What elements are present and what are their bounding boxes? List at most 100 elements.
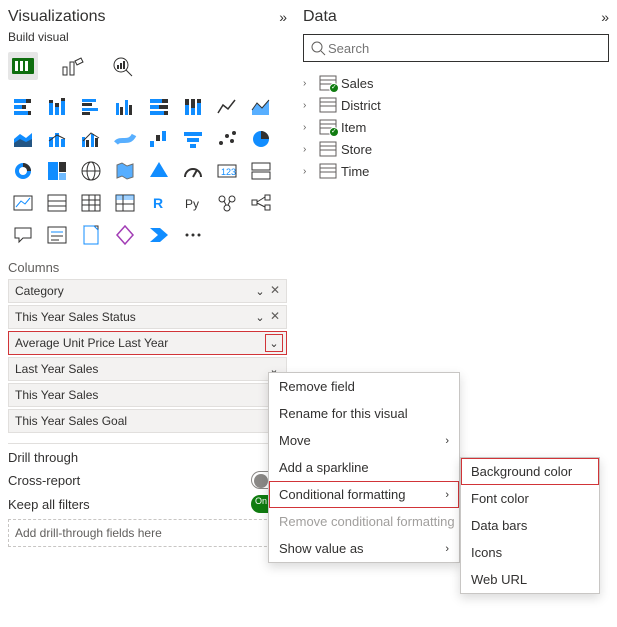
menu-background-color[interactable]: Background color [461, 458, 599, 485]
field-label: This Year Sales Status [15, 310, 136, 324]
table-item[interactable]: › Item [303, 116, 609, 138]
scatter-icon[interactable] [212, 124, 242, 154]
power-automate-icon[interactable] [144, 220, 174, 250]
clustered-bar-icon[interactable] [76, 92, 106, 122]
table-sales[interactable]: › Sales [303, 72, 609, 94]
search-input[interactable] [326, 40, 602, 57]
table-label: Sales [341, 76, 374, 91]
line-stacked-column-icon[interactable] [42, 124, 72, 154]
menu-remove-field[interactable]: Remove field [269, 373, 459, 400]
field-label: This Year Sales Goal [15, 414, 127, 428]
stacked-bar-icon[interactable] [8, 92, 38, 122]
line-chart-icon[interactable] [212, 92, 242, 122]
smart-narrative-icon[interactable] [42, 220, 72, 250]
drill-through-label: Drill through [8, 450, 287, 465]
format-visual-tab[interactable] [58, 52, 88, 80]
table-label: District [341, 98, 381, 113]
field-label: Category [15, 284, 64, 298]
build-visual-tab[interactable] [8, 52, 38, 80]
table-icon [319, 75, 337, 91]
table-icon[interactable] [76, 188, 106, 218]
funnel-icon[interactable] [178, 124, 208, 154]
chevron-down-icon[interactable]: ⌄ [252, 283, 268, 299]
visualizations-title: Visualizations [8, 8, 106, 26]
menu-web-url[interactable]: Web URL [461, 566, 599, 593]
pie-icon[interactable] [246, 124, 276, 154]
menu-add-sparkline[interactable]: Add a sparkline [269, 454, 459, 481]
svg-text:123: 123 [221, 167, 236, 177]
chevron-down-icon[interactable]: ⌄ [266, 335, 282, 351]
search-icon [310, 40, 326, 56]
columns-label: Columns [8, 260, 287, 275]
waterfall-icon[interactable] [144, 124, 174, 154]
azure-map-icon[interactable] [144, 156, 174, 186]
py-visual-icon[interactable]: Py [178, 188, 208, 218]
table-store[interactable]: › Store [303, 138, 609, 160]
remove-field-icon[interactable]: ✕ [268, 283, 282, 299]
field-avg-unit-price-last-year[interactable]: Average Unit Price Last Year ⌄ [8, 331, 287, 355]
menu-rename[interactable]: Rename for this visual [269, 400, 459, 427]
donut-icon[interactable] [8, 156, 38, 186]
field-label: Average Unit Price Last Year [15, 336, 168, 350]
visualizations-panel: Visualizations » Build visual [0, 0, 295, 627]
menu-conditional-formatting[interactable]: Conditional formatting› [269, 481, 459, 508]
chevron-right-icon: › [445, 435, 449, 447]
field-this-year-sales-status[interactable]: This Year Sales Status ⌄✕ [8, 305, 287, 329]
svg-text:Py: Py [185, 197, 199, 211]
r-visual-icon[interactable]: R [144, 188, 174, 218]
cross-report-label: Cross-report [8, 473, 80, 488]
stacked-area-icon[interactable] [8, 124, 38, 154]
table-district[interactable]: › District [303, 94, 609, 116]
field-last-year-sales[interactable]: Last Year Sales ⌄ [8, 357, 287, 381]
menu-move[interactable]: Move› [269, 427, 459, 454]
more-visuals-icon[interactable] [178, 220, 208, 250]
menu-icons[interactable]: Icons [461, 539, 599, 566]
field-this-year-sales[interactable]: This Year Sales ⌄ [8, 383, 287, 407]
matrix-icon[interactable] [110, 188, 140, 218]
drill-through-drop-area[interactable]: Add drill-through fields here [8, 519, 287, 547]
area-chart-icon[interactable] [246, 92, 276, 122]
card-icon[interactable]: 123 [212, 156, 242, 186]
check-icon [329, 127, 339, 137]
chevron-right-icon: › [303, 78, 315, 89]
kpi-icon[interactable] [8, 188, 38, 218]
chevron-right-icon: › [445, 489, 449, 501]
chevron-down-icon[interactable]: ⌄ [252, 309, 268, 325]
power-apps-icon[interactable] [110, 220, 140, 250]
ribbon-chart-icon[interactable] [110, 124, 140, 154]
filled-map-icon[interactable] [110, 156, 140, 186]
table-icon [319, 141, 337, 157]
menu-show-value-as[interactable]: Show value as› [269, 535, 459, 562]
clustered-column-icon[interactable] [110, 92, 140, 122]
svg-text:R: R [153, 195, 163, 211]
remove-field-icon[interactable]: ✕ [268, 309, 282, 325]
menu-data-bars[interactable]: Data bars [461, 512, 599, 539]
treemap-icon[interactable] [42, 156, 72, 186]
conditional-formatting-submenu: Background color Font color Data bars Ic… [460, 457, 600, 594]
field-category[interactable]: Category ⌄✕ [8, 279, 287, 303]
paginated-report-icon[interactable] [76, 220, 106, 250]
search-input-container [303, 34, 609, 62]
menu-remove-conditional-formatting: Remove conditional formatting [269, 508, 459, 535]
qa-visual-icon[interactable] [8, 220, 38, 250]
collapse-data-icon[interactable]: » [601, 9, 609, 25]
key-influencers-icon[interactable] [212, 188, 242, 218]
hundred-stacked-bar-icon[interactable] [144, 92, 174, 122]
field-context-menu: Remove field Rename for this visual Move… [268, 372, 460, 563]
table-icon [319, 97, 337, 113]
menu-font-color[interactable]: Font color [461, 485, 599, 512]
map-icon[interactable] [76, 156, 106, 186]
collapse-viz-icon[interactable]: » [279, 9, 287, 25]
slicer-icon[interactable] [42, 188, 72, 218]
hundred-stacked-column-icon[interactable] [178, 92, 208, 122]
field-this-year-sales-goal[interactable]: This Year Sales Goal ⌄ [8, 409, 287, 433]
stacked-column-icon[interactable] [42, 92, 72, 122]
multi-row-card-icon[interactable] [246, 156, 276, 186]
table-time[interactable]: › Time [303, 160, 609, 182]
analytics-tab[interactable] [108, 52, 138, 80]
chevron-right-icon: › [445, 543, 449, 555]
gauge-icon[interactable] [178, 156, 208, 186]
line-clustered-column-icon[interactable] [76, 124, 106, 154]
chevron-right-icon: › [303, 122, 315, 133]
decomposition-tree-icon[interactable] [246, 188, 276, 218]
